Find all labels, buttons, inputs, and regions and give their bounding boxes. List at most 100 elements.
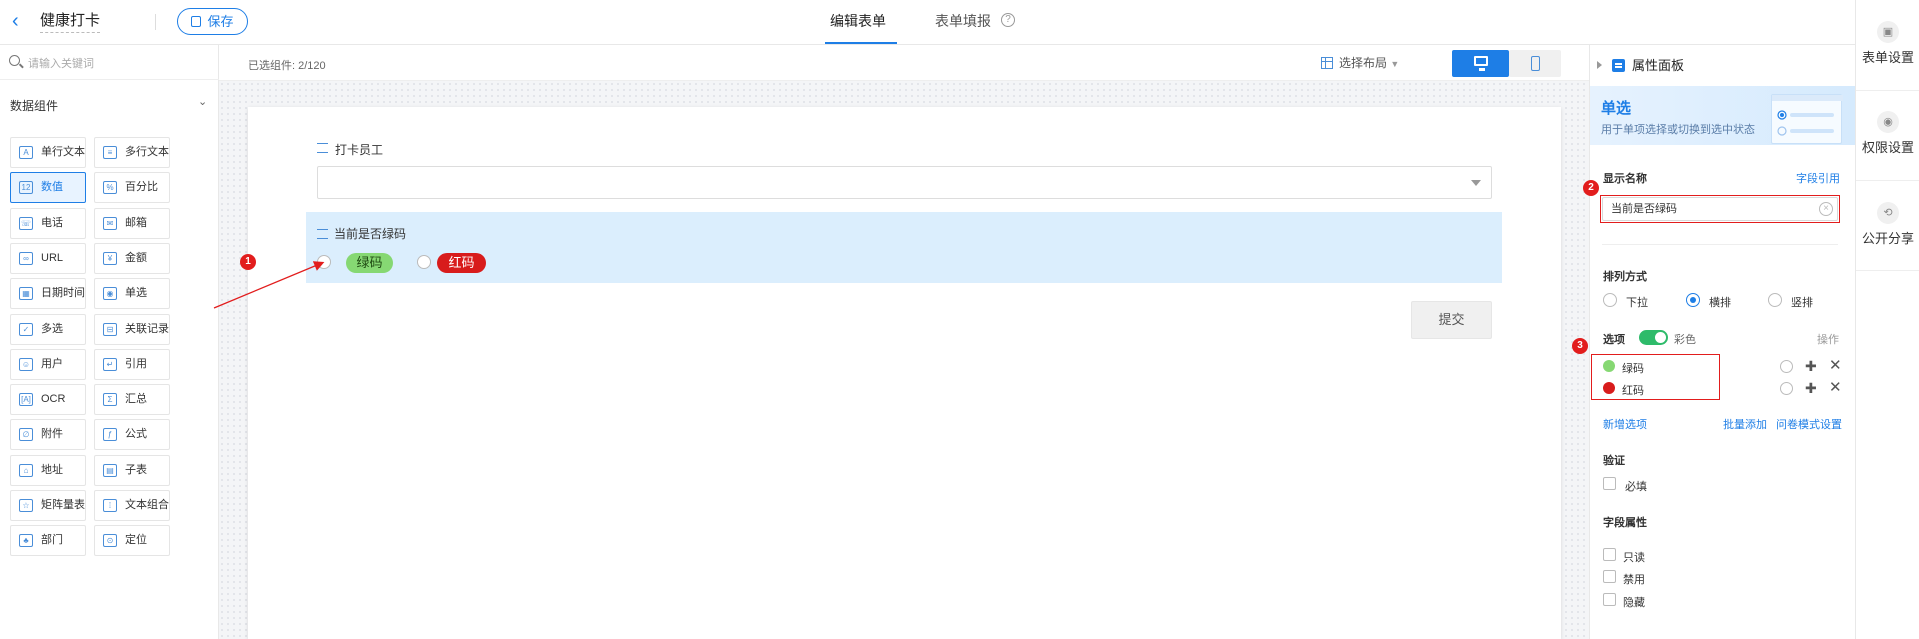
tab-form-fill[interactable]: 表单填报 [935,10,991,32]
component-item[interactable]: ⊟ 关联记录 [94,313,170,345]
option-label-red[interactable]: 红码 [1622,382,1644,398]
radio-vertical[interactable] [1768,293,1782,307]
field-label-text: 打卡员工 [335,143,384,157]
mail-icon: ✉ [103,216,117,230]
component-item[interactable]: A 单行文本 [10,137,86,168]
help-icon[interactable]: ? [1001,13,1015,27]
desktop-view-button[interactable] [1452,50,1509,77]
disabled-label: 禁用 [1623,574,1645,586]
field-green-code-selected[interactable] [306,212,1502,283]
component-item[interactable]: ⊙ 定位 [94,525,170,557]
formula-icon: ƒ [103,428,117,442]
move-icon[interactable]: ✚ [1805,359,1817,373]
annotation-badge-2: 2 [1583,180,1599,196]
move-icon[interactable]: ✚ [1805,381,1817,395]
component-item[interactable]: ↵ 引用 [94,348,170,380]
save-label: 保存 [207,14,234,29]
employee-select[interactable] [317,166,1492,199]
group-title: 数据组件 [10,99,59,113]
app-title[interactable]: 健康打卡 [40,10,101,33]
component-item[interactable]: ⁞ 文本组合 [94,490,170,521]
component-label: URL [41,251,64,264]
component-label: 地址 [41,463,63,476]
permission-label: 权限设置 [1861,140,1914,155]
save-button[interactable]: 保存 [177,8,248,35]
form-settings-button[interactable]: ▣ 表单设置 [1856,21,1919,66]
component-item[interactable]: ¥ 金额 [94,242,170,274]
color-toggle[interactable] [1639,330,1668,345]
component-label: 金额 [125,251,147,264]
search-input[interactable]: 请输入关键词 [28,55,94,71]
public-share-button[interactable]: ⟲ 公开分享 [1856,202,1919,247]
ocr-icon: [A] [19,393,33,407]
component-label: 多选 [41,322,63,335]
component-item[interactable]: ☆ 矩阵量表 [10,490,86,521]
matrix-icon: ☆ [19,499,33,512]
component-item[interactable]: ♣ 部门 [10,525,86,557]
component-item[interactable]: ▦ 日期时间 [10,278,86,310]
field-label-employee: 打卡员工 [317,141,383,158]
phone-icon: ☏ [19,216,33,230]
option-default-radio[interactable] [1780,382,1793,395]
radio-horizontal[interactable] [1686,293,1700,307]
text-multiline-icon: ≡ [103,146,117,159]
required-checkbox[interactable] [1603,477,1616,490]
component-label: 附件 [41,428,63,441]
tab-edit-form[interactable]: 编辑表单 [830,10,886,32]
close-icon[interactable]: ✕ [1829,380,1842,395]
component-item[interactable]: ⌂ 地址 [10,454,86,486]
component-item[interactable]: ◉ 单选 [94,278,170,310]
component-item[interactable]: [A] OCR [10,384,86,416]
option-color-dot-red[interactable] [1603,382,1615,394]
field-ref-link[interactable]: 字段引用 [1796,170,1840,186]
batch-add-link[interactable]: 批量添加 [1723,416,1767,432]
active-tab-indicator [825,42,897,44]
readonly-checkbox[interactable] [1603,548,1616,561]
survey-mode-link[interactable]: 问卷模式设置 [1776,416,1842,432]
close-icon[interactable]: ✕ [1829,358,1842,373]
component-item[interactable]: ƒ 公式 [94,419,170,451]
collapse-icon [1597,61,1602,69]
component-item[interactable]: ▤ 子表 [94,454,170,486]
component-item[interactable]: ☏ 电话 [10,207,86,239]
permission-settings-button[interactable]: ◉ 权限设置 [1856,111,1919,156]
annotation-badge-3: 3 [1572,338,1588,354]
layout-select[interactable]: 选择布局 ▼ [1321,54,1399,71]
component-label: 定位 [125,534,147,547]
options-label: 选项 [1603,334,1625,346]
caret-down-icon [1471,180,1481,186]
option-pill-green: 绿码 [346,253,393,273]
option-default-radio[interactable] [1780,360,1793,373]
radio-dropdown[interactable] [1603,293,1617,307]
back-arrow-icon[interactable]: ‹ [12,10,26,32]
component-item[interactable]: ☺ 用户 [10,348,86,380]
add-option-link[interactable]: 新增选项 [1603,416,1647,432]
divider [1602,244,1838,245]
hidden-checkbox[interactable] [1603,593,1616,606]
phone-device-icon [1531,56,1540,71]
property-panel-header[interactable]: 属性面板 [1597,55,1684,74]
chevron-down-icon[interactable]: ⌄ [198,95,207,108]
public-share-label: 公开分享 [1861,231,1914,246]
submit-button[interactable]: 提交 [1411,301,1492,339]
caret-down-icon: ▼ [1390,59,1400,69]
component-item[interactable]: ≡ 多行文本 [94,137,170,168]
component-item[interactable]: ∞ URL [10,242,86,274]
component-label: 关联记录 [125,322,169,335]
hidden-label: 隐藏 [1623,597,1645,609]
component-label: 汇总 [125,393,147,406]
save-icon [191,16,202,27]
option-label-green[interactable]: 绿码 [1622,360,1644,376]
component-item[interactable]: ✓ 多选 [10,313,86,345]
component-label: 百分比 [125,181,158,194]
radio-red[interactable] [417,255,431,269]
component-item[interactable]: % 百分比 [94,172,170,204]
search-box[interactable]: 请输入关键词 [0,45,219,80]
disabled-checkbox[interactable] [1603,570,1616,583]
component-item[interactable]: 12 数值 [10,172,86,204]
option-color-dot-green[interactable] [1603,360,1615,372]
mobile-view-button[interactable] [1509,50,1561,77]
component-item[interactable]: ∅ 附件 [10,419,86,451]
component-item[interactable]: Σ 汇总 [94,384,170,416]
component-item[interactable]: ✉ 邮箱 [94,207,170,239]
